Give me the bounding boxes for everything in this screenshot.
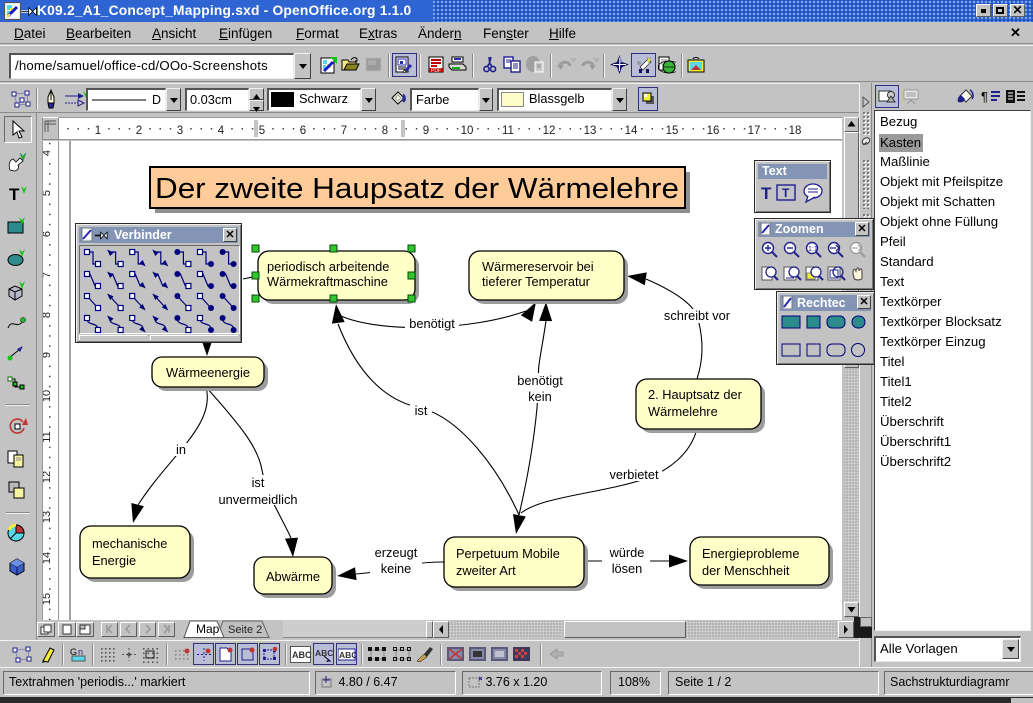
svg-text:Wärmelehre: Wärmelehre bbox=[648, 404, 718, 419]
svg-text:9: 9 bbox=[43, 352, 53, 358]
svg-text:12: 12 bbox=[543, 125, 556, 137]
svg-text:Energie: Energie bbox=[92, 553, 136, 568]
svg-text:ist: ist bbox=[252, 475, 265, 490]
svg-text:12: 12 bbox=[43, 471, 53, 483]
svg-text:16: 16 bbox=[707, 125, 720, 137]
svg-text:2. Hauptsatz der: 2. Hauptsatz der bbox=[648, 387, 743, 402]
svg-text:verbietet: verbietet bbox=[609, 467, 659, 482]
svg-text:5: 5 bbox=[43, 190, 53, 196]
svg-text:benötigt: benötigt bbox=[409, 316, 455, 331]
svg-text:10: 10 bbox=[461, 125, 474, 137]
svg-text:7: 7 bbox=[43, 272, 53, 278]
svg-text:periodisch arbeitende: periodisch arbeitende bbox=[267, 259, 389, 274]
svg-text:8: 8 bbox=[382, 125, 388, 137]
svg-text:13: 13 bbox=[43, 511, 53, 523]
svg-text:erzeugt: erzeugt bbox=[375, 545, 418, 560]
svg-text:17: 17 bbox=[748, 125, 761, 137]
svg-text:Wärmeenergie: Wärmeenergie bbox=[166, 365, 250, 380]
svg-text:15: 15 bbox=[666, 125, 679, 137]
svg-text:T: T bbox=[782, 186, 790, 200]
svg-text:T: T bbox=[9, 185, 20, 204]
svg-text:18: 18 bbox=[789, 125, 802, 137]
svg-text:kein: kein bbox=[528, 389, 551, 404]
svg-text:der Menschheit: der Menschheit bbox=[702, 563, 790, 578]
svg-text:6: 6 bbox=[300, 125, 306, 137]
svg-text:ABC: ABC bbox=[292, 650, 312, 660]
svg-text:zweiter Art: zweiter Art bbox=[456, 563, 516, 578]
svg-text:3: 3 bbox=[177, 125, 183, 137]
svg-text:in: in bbox=[176, 442, 186, 457]
svg-text:6: 6 bbox=[43, 231, 53, 237]
svg-text:15: 15 bbox=[43, 593, 53, 605]
svg-text:keine: keine bbox=[381, 561, 412, 576]
svg-text:Der zweite Haupsatz der Wärmel: Der zweite Haupsatz der Wärmelehre bbox=[155, 173, 679, 205]
svg-text:Wärmekraftmaschine: Wärmekraftmaschine bbox=[267, 274, 388, 289]
svg-text:ABC: ABC bbox=[339, 650, 356, 660]
svg-text:Map: Map bbox=[196, 622, 220, 636]
svg-text:unvermeidlich: unvermeidlich bbox=[219, 492, 298, 507]
svg-text:mechanische: mechanische bbox=[92, 536, 167, 551]
svg-text:13: 13 bbox=[584, 125, 597, 137]
svg-text:2: 2 bbox=[136, 125, 142, 137]
svg-text:D: D bbox=[152, 93, 161, 107]
svg-text:7: 7 bbox=[341, 125, 347, 137]
svg-text:8: 8 bbox=[43, 312, 53, 318]
svg-text:4: 4 bbox=[218, 125, 225, 137]
svg-text:PDF: PDF bbox=[431, 68, 441, 73]
svg-text:9: 9 bbox=[423, 125, 429, 137]
svg-text:benötigt: benötigt bbox=[517, 373, 563, 388]
svg-text:tieferer Temperatur: tieferer Temperatur bbox=[482, 274, 591, 289]
svg-text:Perpetuum Mobile: Perpetuum Mobile bbox=[456, 546, 560, 561]
svg-text:14: 14 bbox=[43, 552, 53, 564]
svg-text:1:1: 1:1 bbox=[808, 246, 818, 253]
svg-text:schreibt vor: schreibt vor bbox=[664, 308, 731, 323]
svg-text:Energieprobleme: Energieprobleme bbox=[702, 546, 799, 561]
svg-text:T: T bbox=[761, 184, 772, 203]
svg-text:10: 10 bbox=[43, 390, 53, 402]
svg-text:1: 1 bbox=[95, 125, 101, 137]
svg-text:¶: ¶ bbox=[981, 89, 988, 104]
svg-text:Abwärme: Abwärme bbox=[266, 569, 320, 584]
svg-text:Wärmereservoir bei: Wärmereservoir bei bbox=[482, 259, 594, 274]
svg-text:lösen: lösen bbox=[612, 561, 643, 576]
svg-text:5: 5 bbox=[259, 125, 265, 137]
svg-text:11: 11 bbox=[43, 431, 53, 442]
svg-text:ist: ist bbox=[415, 403, 428, 418]
svg-text:Seite 2: Seite 2 bbox=[228, 624, 262, 636]
svg-text:14: 14 bbox=[625, 125, 638, 137]
svg-text:würde: würde bbox=[609, 545, 645, 560]
svg-text:4: 4 bbox=[43, 150, 53, 156]
svg-text:11: 11 bbox=[502, 125, 514, 137]
